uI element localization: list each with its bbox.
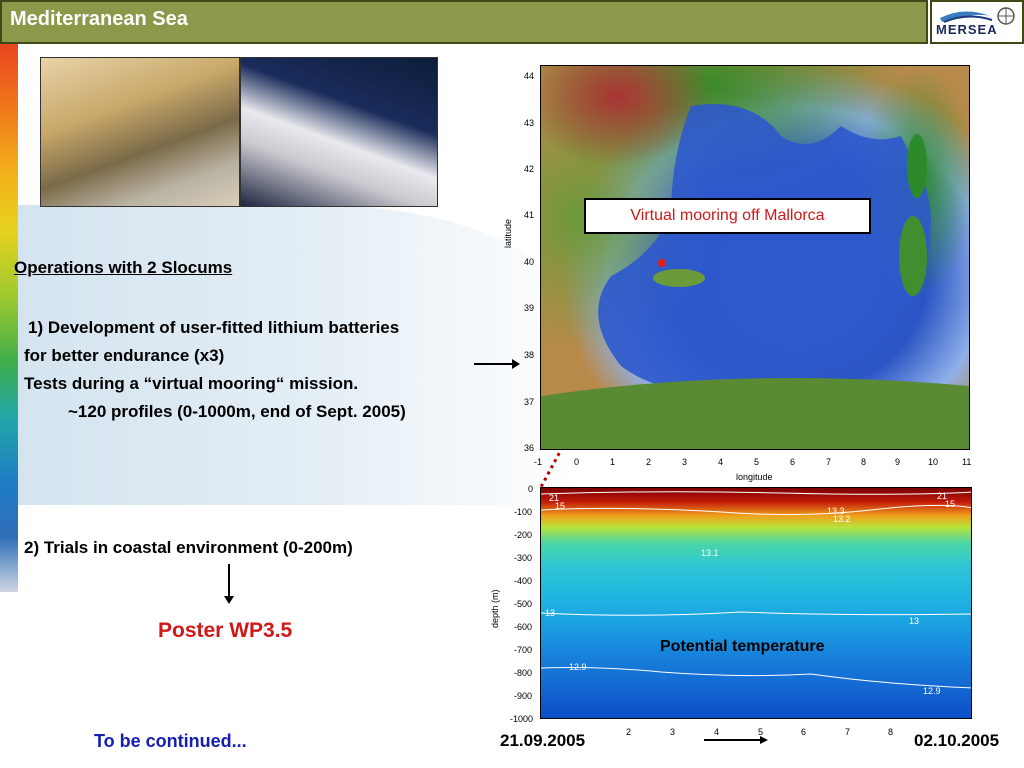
mediterranean-map [540, 65, 970, 450]
depth-tick: -900 [514, 691, 533, 701]
section-x-tick: 6 [801, 727, 807, 737]
section-x-tick: 2 [626, 727, 632, 737]
depth-tick: -200 [514, 530, 533, 540]
depth-tick: 0 [528, 484, 534, 494]
depth-tick: -1000 [510, 714, 534, 724]
section-x-tick: 4 [714, 727, 720, 737]
contour-label: 13.2 [833, 514, 851, 524]
section-x-tick: 8 [888, 727, 894, 737]
map-x-tick: 7 [826, 457, 832, 467]
map-x-tick: 8 [861, 457, 867, 467]
map-x-tick: 3 [682, 457, 688, 467]
contour-label: 13.1 [701, 548, 719, 558]
map-y-tick: 43 [524, 118, 535, 128]
poster-arrow-head [224, 596, 234, 604]
depth-tick: -100 [514, 507, 533, 517]
map-y-label: latitude [503, 218, 513, 248]
contour-label: 12.9 [923, 686, 941, 696]
temperature-section-plot: 21 15 21 15 13.3 13.2 13.1 13 13 12.9 12… [540, 487, 972, 719]
map-x-tick: 4 [718, 457, 724, 467]
mooring-callout: Virtual mooring off Mallorca [584, 198, 871, 234]
map-y-tick: 37 [524, 397, 535, 407]
contour-label: 13 [545, 608, 556, 618]
depth-tick: -500 [514, 599, 533, 609]
map-x-tick: 9 [895, 457, 901, 467]
depth-tick: -300 [514, 553, 533, 563]
contour-label: 13 [909, 616, 920, 626]
map-x-tick: 6 [790, 457, 796, 467]
map-x-tick: 0 [574, 457, 580, 467]
map-x-tick: 11 [962, 457, 972, 467]
map-y-tick: 41 [524, 210, 535, 220]
end-date: 02.10.2005 [914, 731, 1000, 750]
continued-text: To be continued... [94, 731, 247, 751]
map-y-tick: 42 [524, 164, 535, 174]
section-y-label: depth (m) [490, 589, 500, 628]
contour-label: 15 [945, 499, 956, 509]
map-x-tick: 1 [610, 457, 616, 467]
depth-tick: -800 [514, 668, 533, 678]
map-x-label: longitude [736, 472, 773, 482]
timeline-arrow-head [760, 736, 768, 744]
map-y-tick: 39 [524, 303, 535, 313]
start-date: 21.09.2005 [500, 731, 586, 750]
depth-tick: -400 [514, 576, 533, 586]
section-x-tick: 5 [758, 727, 764, 737]
map-y-tick: 40 [524, 257, 535, 267]
map-y-tick: 44 [524, 71, 535, 81]
map-x-tick: -1 [534, 457, 543, 467]
map-x-tick: 5 [754, 457, 760, 467]
section-x-tick: 3 [670, 727, 676, 737]
depth-tick: -600 [514, 622, 533, 632]
map-y-tick: 36 [524, 443, 535, 453]
poster-reference: Poster WP3.5 [158, 619, 293, 642]
map-x-tick: 10 [928, 457, 939, 467]
map-arrow-head [512, 359, 520, 369]
mooring-marker [658, 259, 666, 267]
contour-label: 12.9 [569, 662, 587, 672]
depth-tick: -700 [514, 645, 533, 655]
section-title: Potential temperature [660, 638, 825, 655]
section-x-tick: 7 [845, 727, 851, 737]
contour-label: 15 [555, 501, 566, 511]
map-x-tick: 2 [646, 457, 652, 467]
map-y-tick: 38 [524, 350, 535, 360]
